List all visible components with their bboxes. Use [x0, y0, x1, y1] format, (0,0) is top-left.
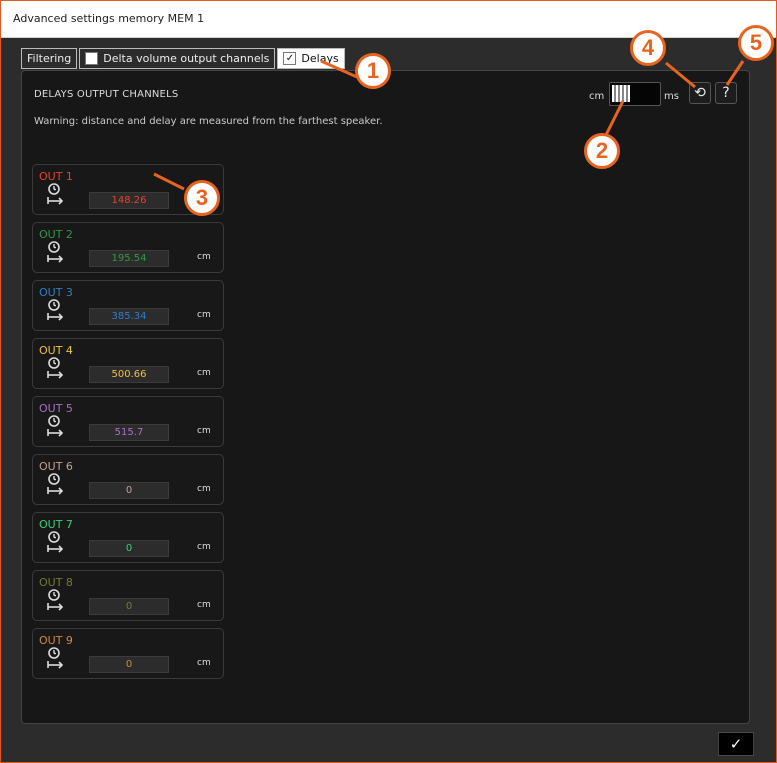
callout-4-arrow [665, 61, 696, 89]
callout-5: 5 [738, 25, 774, 61]
callout-1: 1 [355, 53, 391, 89]
callout-3-arrow [153, 172, 185, 191]
callout-2: 2 [584, 133, 620, 169]
callout-1-arrow [320, 59, 358, 79]
callout-arrows [153, 59, 745, 191]
callout-3: 3 [184, 180, 220, 216]
callout-4: 4 [630, 30, 666, 66]
callout-5-arrow [725, 60, 745, 86]
settings-window: Advanced settings memory MEM 1 Filtering… [0, 0, 777, 763]
